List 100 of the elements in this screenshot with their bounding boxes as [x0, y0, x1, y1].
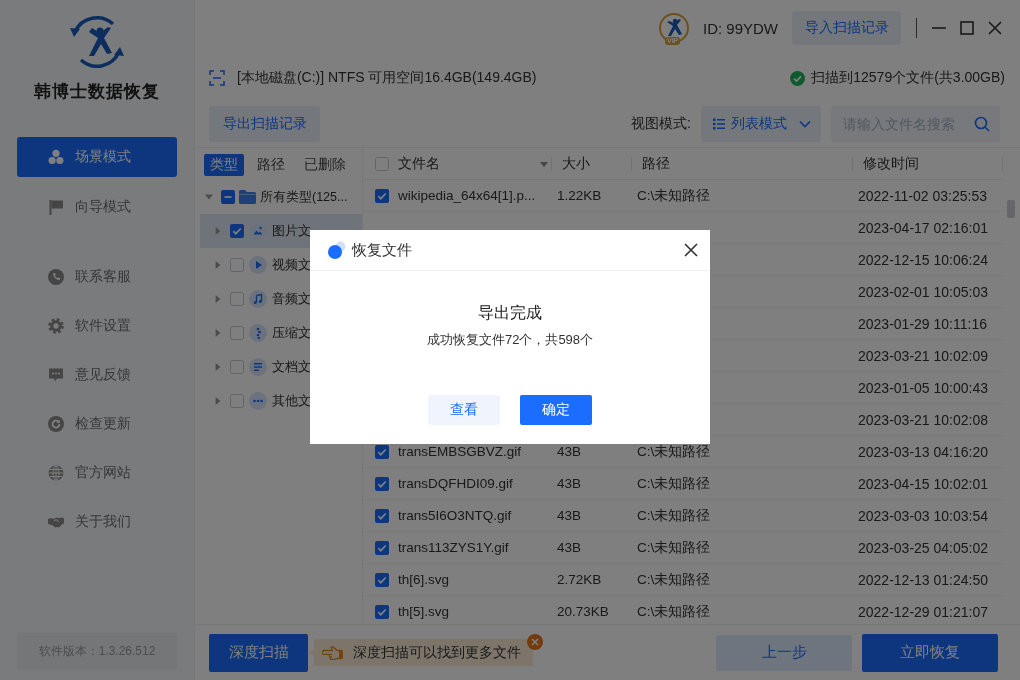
file-size: 43B [557, 540, 582, 555]
view-mode-dropdown[interactable]: 列表模式 [701, 105, 821, 142]
app-logo-icon [69, 16, 125, 68]
modified-time: 2022-12-15 10:06:24 [858, 251, 988, 268]
file-size: 20.73KB [557, 604, 609, 619]
checkbox[interactable] [375, 476, 389, 491]
column-header[interactable]: 路径 [642, 155, 670, 173]
file-name: trans113ZYS1Y.gif [398, 540, 509, 555]
file-name: th[6].svg [398, 572, 450, 587]
file-name: transEMBSGBVZ.gif [398, 444, 522, 459]
tree-item[interactable]: 压缩文 [200, 316, 362, 350]
caret-down-icon[interactable] [205, 193, 213, 201]
checkbox[interactable] [230, 326, 244, 340]
pointing-hand-icon [322, 645, 344, 660]
checkbox[interactable] [375, 508, 389, 523]
tree-item[interactable]: 其他文 [200, 384, 362, 418]
check-circle-icon [790, 70, 806, 86]
checkbox[interactable] [221, 190, 235, 204]
modified-time: 2022-12-13 01:24:50 [858, 571, 988, 588]
scrollbar-thumb[interactable] [1007, 200, 1015, 218]
recover-button[interactable]: 立即恢复 [862, 633, 998, 672]
caret-right-icon[interactable] [214, 227, 222, 235]
list-icon [713, 117, 725, 130]
caret-right-icon[interactable] [214, 295, 222, 303]
search-icon[interactable] [974, 115, 990, 132]
sidebar-item[interactable]: 软件设置 [17, 306, 177, 346]
file-name: th[5].svg [398, 604, 450, 619]
dialog-message: 成功恢复文件72个，共598个 [426, 331, 594, 349]
deep-scan-button[interactable]: 深度扫描 [209, 633, 308, 672]
modified-time: 2023-04-17 02:16:01 [858, 219, 988, 236]
file-size: 2.72KB [557, 572, 602, 587]
modified-time: 2023-03-03 10:03:54 [858, 507, 988, 524]
filter-tab[interactable]: 已删除 [298, 153, 352, 176]
column-header[interactable]: 文件名 [398, 155, 440, 173]
tree-item[interactable]: 音频文 [200, 282, 362, 316]
checkbox[interactable] [375, 604, 389, 619]
column-header[interactable]: 修改时间 [863, 155, 919, 173]
disk-info: [本地磁盘(C:)] NTFS 可用空间16.4GB(149.4GB) [237, 69, 537, 87]
app-name: 韩博士数据恢复 [34, 81, 160, 103]
checkbox[interactable] [375, 157, 389, 171]
file-path: C:\未知路径 [637, 538, 711, 557]
file-path: C:\未知路径 [637, 602, 711, 621]
import-button[interactable]: 导入扫描记录 [792, 11, 901, 45]
file-size: 43B [557, 508, 582, 523]
caret-right-icon[interactable] [214, 261, 222, 269]
sidebar-item[interactable]: 向导模式 [17, 187, 177, 227]
checkbox[interactable] [230, 292, 244, 306]
sort-caret-icon[interactable] [540, 161, 548, 167]
modified-time: 2023-02-01 10:05:03 [858, 283, 988, 300]
checkbox[interactable] [375, 444, 389, 459]
filter-tab[interactable]: 路径 [251, 153, 291, 176]
checkbox[interactable] [230, 258, 244, 272]
chat-bubble-icon [48, 367, 64, 383]
modified-time: 2023-03-13 04:16:20 [858, 443, 988, 460]
sidebar-item[interactable]: 联系客服 [17, 257, 177, 297]
close-icon[interactable] [684, 243, 698, 257]
back-button[interactable]: 上一步 [716, 634, 852, 671]
sidebar-item[interactable]: 意见反馈 [17, 355, 177, 395]
file-name: transDQFHDI09.gif [398, 476, 513, 491]
checkbox[interactable] [375, 188, 389, 203]
chevron-down-icon [799, 119, 811, 128]
sidebar-item[interactable]: 关于我们 [17, 502, 177, 542]
tree-item[interactable]: 所有类型(125... [200, 180, 362, 214]
scan-frame-icon [209, 70, 225, 86]
checkbox[interactable] [375, 572, 389, 587]
zip-icon [249, 324, 267, 342]
phone-icon [48, 269, 64, 285]
caret-right-icon[interactable] [214, 329, 222, 337]
file-size: 1.22KB [557, 188, 602, 203]
tree-item[interactable]: 文档文 [200, 350, 362, 384]
gear-icon [48, 318, 64, 334]
ellipsis-icon [249, 392, 267, 410]
filter-tab[interactable]: 类型 [204, 153, 244, 176]
globe-icon [48, 465, 64, 481]
export-button[interactable]: 导出扫描记录 [209, 105, 320, 142]
checkbox[interactable] [230, 224, 244, 238]
flag-icon [48, 199, 64, 215]
modified-time: 2023-03-25 04:05:02 [858, 539, 988, 556]
dots-icon [327, 240, 347, 260]
checkbox[interactable] [230, 360, 244, 374]
file-path: C:\未知路径 [637, 474, 711, 493]
file-path: C:\未知路径 [637, 186, 711, 205]
sidebar-item[interactable]: 场景模式 [17, 137, 177, 177]
checkbox[interactable] [230, 394, 244, 408]
checkbox[interactable] [375, 540, 389, 555]
caret-right-icon[interactable] [214, 397, 222, 405]
sidebar-item[interactable]: 检查更新 [17, 404, 177, 444]
confirm-button[interactable]: 确定 [520, 395, 592, 425]
file-path: C:\未知路径 [637, 442, 711, 461]
view-mode-label: 视图模式: [631, 114, 691, 133]
file-size: 43B [557, 444, 582, 459]
maximize-icon[interactable] [960, 21, 974, 35]
tip-text: 深度扫描可以找到更多文件 [353, 643, 521, 662]
modified-time: 2023-03-21 10:02:09 [858, 347, 988, 364]
play-icon [249, 256, 267, 274]
dialog-heading: 导出完成 [478, 303, 542, 323]
view-button[interactable]: 查看 [428, 395, 500, 425]
caret-right-icon[interactable] [214, 363, 222, 371]
column-header[interactable]: 大小 [562, 155, 590, 173]
sidebar-item[interactable]: 官方网站 [17, 453, 177, 493]
